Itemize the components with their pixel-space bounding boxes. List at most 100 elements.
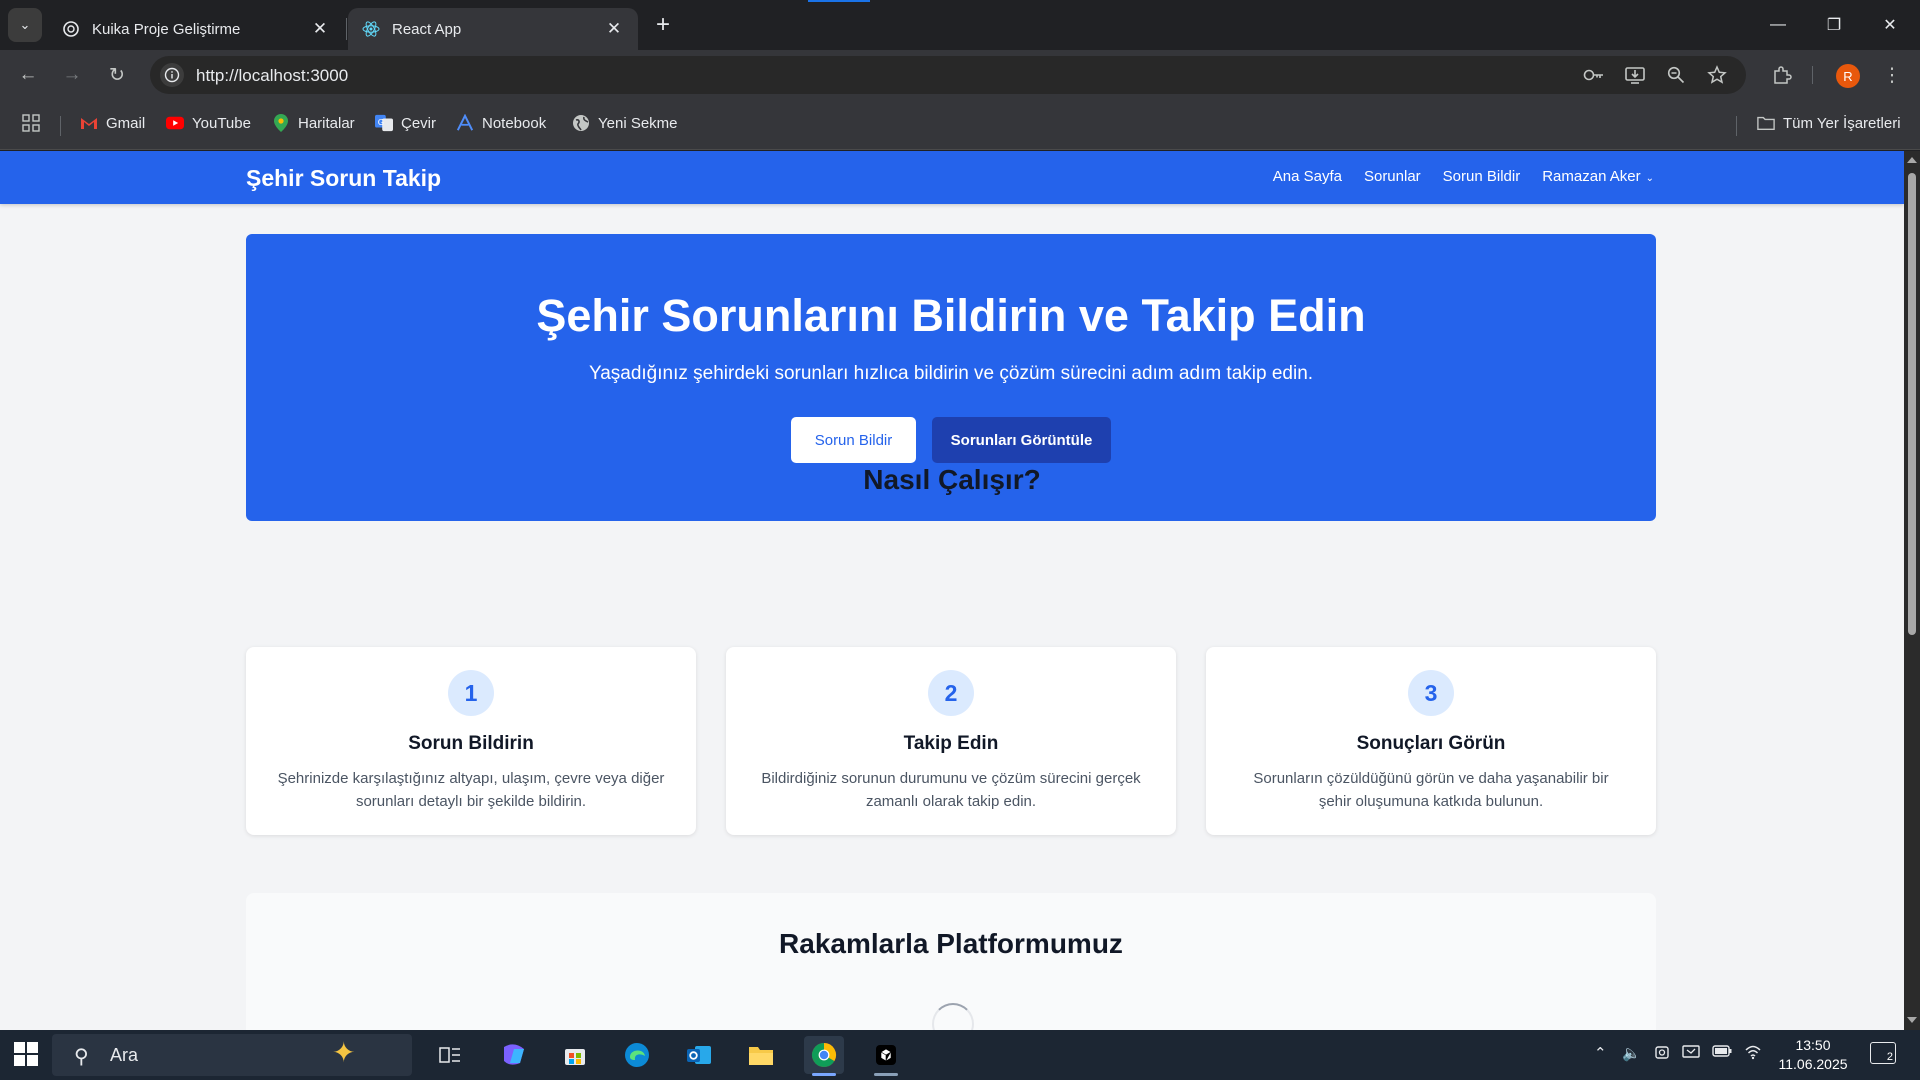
user-name: Ramazan Aker [1542, 168, 1641, 185]
browser-tab-react-app[interactable]: React App ✕ [348, 8, 638, 50]
step-number-badge: 2 [928, 670, 974, 716]
edge-browser-icon[interactable] [617, 1036, 657, 1074]
globe-icon [572, 114, 590, 132]
tab-title: React App [392, 20, 462, 38]
reload-icon[interactable]: ↻ [101, 59, 133, 91]
site-info-icon[interactable] [160, 63, 184, 87]
windows-start-icon[interactable] [14, 1042, 38, 1066]
view-issues-button[interactable]: Sorunları Görüntüle [932, 417, 1111, 463]
close-window-icon[interactable]: ✕ [1862, 0, 1918, 50]
bookmark-new-tab[interactable]: Yeni Sekme [572, 114, 678, 132]
minimize-icon[interactable]: — [1750, 0, 1806, 50]
clock-time: 13:50 [1795, 1037, 1831, 1053]
bookmark-notebook[interactable]: Notebook [456, 114, 546, 132]
active-app-indicator [812, 1073, 836, 1076]
volume-icon[interactable]: 🔈 [1622, 1044, 1641, 1062]
address-bar[interactable]: http://localhost:3000 [150, 56, 1746, 94]
camera-icon[interactable] [1654, 1044, 1670, 1064]
zoom-icon[interactable] [1664, 63, 1688, 87]
youtube-icon [166, 114, 184, 132]
apps-grid-icon[interactable] [22, 114, 40, 132]
nav-link-report[interactable]: Sorun Bildir [1443, 168, 1521, 185]
step-description: Sorunların çözüldüğünü görün ve daha yaş… [1253, 770, 1609, 810]
taskbar-search-label: Ara [110, 1045, 139, 1065]
step-description: Şehrinizde karşılaştığınız altyapı, ulaş… [277, 770, 665, 810]
page-scrollbar[interactable] [1904, 151, 1920, 1030]
chrome-icon[interactable] [804, 1036, 844, 1076]
tab-title: Kuika Proje Geliştirme [92, 20, 241, 38]
file-explorer-icon[interactable] [741, 1036, 781, 1074]
bookmark-translate[interactable]: G Çevir [375, 114, 436, 132]
scrollbar-thumb[interactable] [1908, 173, 1916, 635]
forward-icon[interactable]: → [56, 59, 88, 91]
bookmark-label: Notebook [482, 114, 547, 132]
step-number-badge: 3 [1408, 670, 1454, 716]
bookmarks-bar: Gmail YouTube Haritalar G Çevir Notebook… [0, 100, 1920, 150]
wifi-icon[interactable] [1744, 1044, 1762, 1064]
bookmark-maps[interactable]: Haritalar [272, 114, 355, 132]
react-icon [362, 21, 380, 37]
tab-search-button[interactable]: ⌄ [8, 8, 42, 42]
system-clock[interactable]: 13:50 11.06.2025 [1768, 1036, 1858, 1074]
tray-chevron-up-icon[interactable]: ⌃ [1594, 1044, 1607, 1062]
close-tab-icon[interactable]: ✕ [604, 19, 624, 39]
bookmark-label: Yeni Sekme [598, 114, 678, 132]
restore-icon[interactable]: ❐ [1806, 0, 1862, 50]
microsoft-store-icon[interactable] [555, 1036, 595, 1074]
bookmark-star-icon[interactable] [1705, 63, 1729, 87]
hero-actions: Sorun Bildir Sorunları Görüntüle [246, 417, 1656, 463]
back-icon[interactable]: ← [12, 59, 44, 91]
how-it-works-title: Nasıl Çalışır? [863, 464, 1041, 495]
hero-title: Şehir Sorunlarını Bildirin ve Takip Edin [536, 290, 1366, 341]
extensions-icon[interactable] [1766, 59, 1798, 91]
step-description: Bildirdiğiniz sorunun durumunu ve çözüm … [761, 770, 1141, 810]
gmail-icon [80, 114, 98, 132]
all-bookmarks-folder[interactable]: Tüm Yer İşaretleri [1757, 114, 1901, 132]
outlook-icon[interactable] [679, 1036, 719, 1074]
bookmark-divider [60, 116, 61, 136]
step-title: Sorun Bildirin [408, 733, 534, 754]
step-card: 3 Sonuçları Görün Sorunların çözüldüğünü… [1206, 647, 1656, 835]
url-text[interactable]: http://localhost:3000 [196, 66, 348, 86]
loading-spinner-icon [932, 1003, 974, 1030]
nav-link-home[interactable]: Ana Sayfa [1273, 168, 1342, 185]
scroll-up-icon[interactable] [1907, 157, 1917, 163]
search-icon: ⚲ [74, 1046, 89, 1068]
bookmark-gmail[interactable]: Gmail [80, 114, 145, 132]
battery-icon[interactable] [1712, 1044, 1732, 1062]
user-menu[interactable]: Ramazan Aker ⌄ [1542, 168, 1654, 185]
openai-icon [63, 21, 79, 37]
scroll-down-icon[interactable] [1907, 1017, 1917, 1023]
bookmark-label: YouTube [192, 114, 251, 132]
password-key-icon[interactable] [1582, 63, 1606, 87]
task-view-icon[interactable] [430, 1036, 470, 1074]
microsoft-365-icon[interactable] [494, 1036, 534, 1074]
bookmark-youtube[interactable]: YouTube [166, 114, 251, 132]
menu-kebab-icon[interactable]: ⋮ [1876, 59, 1908, 91]
nav-link-issues[interactable]: Sorunlar [1364, 168, 1421, 185]
display-icon[interactable] [1682, 1044, 1700, 1064]
install-app-icon[interactable] [1623, 63, 1647, 87]
notebook-icon [456, 114, 474, 132]
chevron-down-icon: ⌄ [19, 17, 31, 32]
browser-tab-kuika[interactable]: Kuika Proje Geliştirme ✕ [48, 8, 344, 50]
tab-strip-accent [808, 0, 870, 2]
notification-center-icon[interactable]: 2 [1870, 1042, 1896, 1064]
report-issue-button[interactable]: Sorun Bildir [791, 417, 916, 463]
terminal-app-icon[interactable] [866, 1036, 906, 1076]
step-card: 2 Takip Edin Bildirdiğiniz sorunun durum… [726, 647, 1176, 835]
stats-section: Rakamlarla Platformumuz [246, 893, 1656, 1030]
taskbar-search[interactable]: ⚲ Ara ✦ [52, 1034, 412, 1076]
stats-title: Rakamlarla Platformumuz [779, 928, 1123, 959]
bookmark-label: Gmail [106, 114, 146, 132]
bookmark-label: Haritalar [298, 114, 355, 132]
maps-pin-icon [272, 114, 290, 132]
site-brand[interactable]: Şehir Sorun Takip [246, 165, 441, 192]
browser-tab-bar: ⌄ Kuika Proje Geliştirme ✕ React App ✕ +… [0, 0, 1920, 50]
translate-icon: G [375, 114, 393, 132]
svg-text:G: G [378, 117, 384, 127]
toolbar-divider [1812, 66, 1813, 84]
close-tab-icon[interactable]: ✕ [310, 19, 330, 39]
new-tab-button[interactable]: + [648, 10, 678, 40]
profile-avatar[interactable]: R [1836, 64, 1860, 88]
